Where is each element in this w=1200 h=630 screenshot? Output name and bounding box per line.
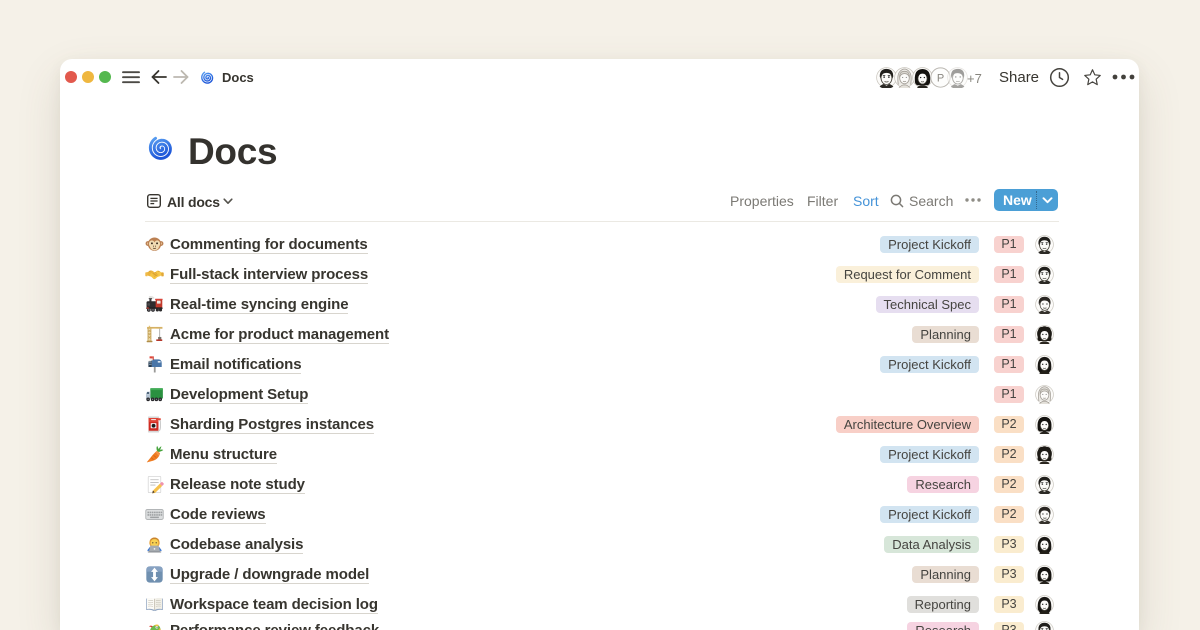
svg-text:P: P [937, 72, 944, 84]
